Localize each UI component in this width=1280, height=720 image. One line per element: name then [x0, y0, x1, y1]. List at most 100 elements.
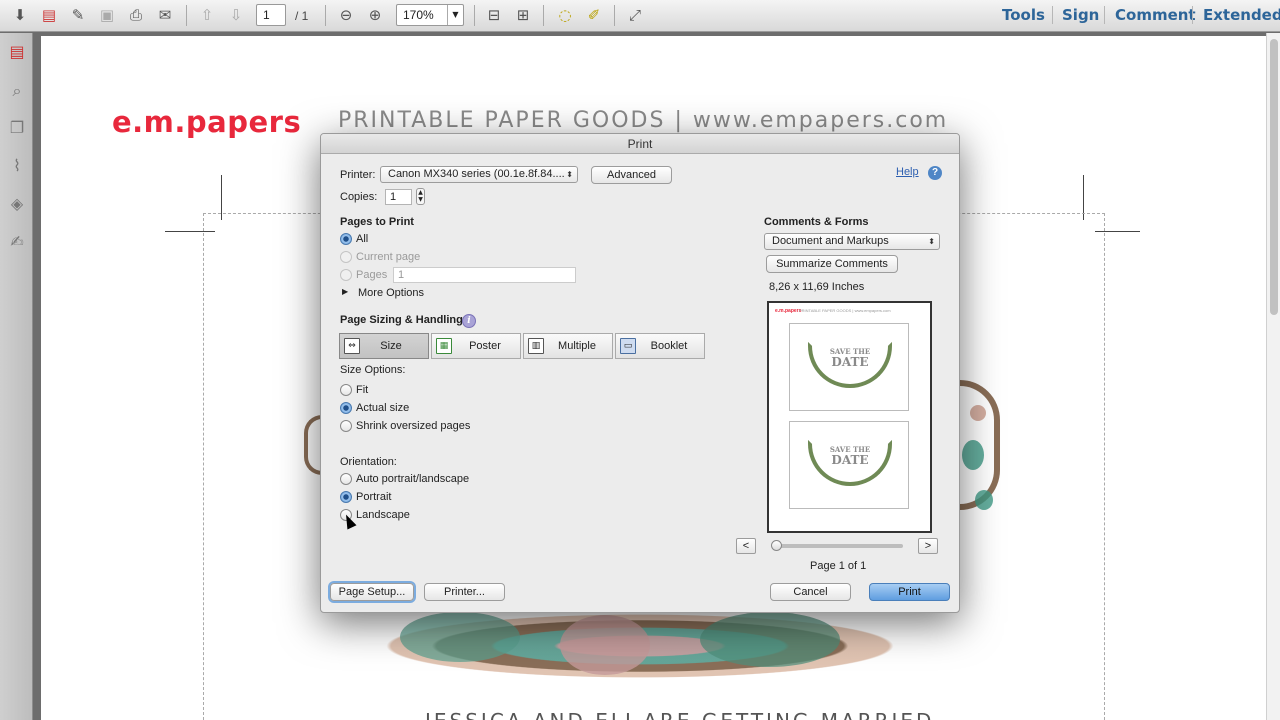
save-icon[interactable]: ▣	[95, 4, 119, 26]
copies-label: Copies:	[340, 191, 378, 203]
zoom-level-value: 170%	[403, 8, 434, 22]
help-link[interactable]: Help	[896, 166, 919, 178]
preview-page-slider[interactable]	[771, 540, 903, 551]
chevron-updown-icon: ⬍	[928, 237, 935, 246]
zoom-in-icon[interactable]: ⊕	[363, 4, 387, 26]
radio-auto-orientation[interactable]	[340, 473, 352, 485]
slider-knob[interactable]	[771, 540, 782, 551]
sign-link[interactable]: Sign	[1062, 6, 1099, 24]
printer-button[interactable]: Printer...	[424, 583, 505, 601]
main-toolbar: ⬇ ▤ ✎ ▣ ⎙ ✉ ⇧ ⇩ 1 / 1 ⊖ ⊕ 170% ▼ ⊟ ⊞ ◌ ✐…	[0, 0, 1280, 32]
radio-current-page-label: Current page	[356, 251, 421, 263]
preview-logo: e.m.papers	[775, 308, 802, 314]
radio-actual-size-label: Actual size	[356, 402, 410, 414]
copies-input[interactable]: 1	[385, 189, 412, 205]
preview-card-title: SAVE THE	[829, 347, 871, 356]
next-page-icon[interactable]: ⇩	[224, 4, 248, 26]
tab-multiple-label: Multiple	[558, 340, 596, 352]
radio-landscape-label: Landscape	[356, 509, 410, 521]
scrollbar-thumb[interactable]	[1270, 39, 1278, 315]
comment-icon[interactable]: ◌	[553, 4, 577, 26]
copies-stepper[interactable]: ▲ ▼	[416, 188, 425, 205]
radio-pages[interactable]	[340, 269, 352, 281]
tab-size[interactable]: ⇔ Size	[339, 333, 429, 359]
pages-icon[interactable]: ❐	[5, 115, 29, 139]
dialog-title: Print	[321, 134, 959, 154]
chevron-updown-icon: ⬍	[566, 170, 573, 179]
more-options-toggle[interactable]: More Options	[358, 287, 424, 299]
radio-all-label: All	[356, 233, 369, 245]
radio-fit[interactable]	[340, 384, 352, 396]
preview-next-button[interactable]: >	[918, 538, 938, 554]
brand-tagline: PRINTABLE PAPER GOODS | www.empapers.com	[338, 108, 949, 133]
radio-fit-label: Fit	[356, 384, 369, 396]
page-sizing-label: Page Sizing & Handling	[340, 314, 463, 326]
tab-booklet[interactable]: ▭ Booklet	[615, 333, 705, 359]
comments-forms-select[interactable]: Document and Markups ⬍	[764, 233, 940, 250]
zoom-out-icon[interactable]: ⊖	[334, 4, 358, 26]
booklet-icon: ▭	[620, 338, 636, 354]
edit-icon[interactable]: ✎	[66, 4, 90, 26]
fit-width-icon[interactable]: ⊞	[511, 4, 535, 26]
advanced-button[interactable]: Advanced	[591, 166, 672, 184]
cancel-button[interactable]: Cancel	[770, 583, 851, 601]
signature-icon[interactable]: ✍	[5, 229, 29, 253]
tab-multiple[interactable]: ▥ Multiple	[523, 333, 613, 359]
radio-portrait[interactable]	[340, 491, 352, 503]
preview-card: SAVE THE DATE	[789, 323, 909, 411]
prev-page-icon[interactable]: ⇧	[195, 4, 219, 26]
vertical-scrollbar[interactable]	[1266, 33, 1280, 720]
search-icon[interactable]: ⌕	[5, 79, 29, 103]
tab-poster-label: Poster	[469, 340, 501, 352]
radio-shrink[interactable]	[340, 420, 352, 432]
layers-icon[interactable]: ◈	[5, 191, 29, 215]
print-icon[interactable]: ⎙	[124, 4, 148, 26]
create-icon[interactable]: ⬇	[8, 4, 32, 26]
comments-forms-label: Comments & Forms	[764, 216, 869, 228]
radio-actual-size[interactable]	[340, 402, 352, 414]
printer-label: Printer:	[340, 169, 376, 181]
comments-forms-value: Document and Markups	[772, 235, 889, 247]
radio-shrink-label: Shrink oversized pages	[356, 420, 471, 432]
tab-poster[interactable]: ▦ Poster	[431, 333, 521, 359]
orientation-label: Orientation:	[340, 456, 397, 468]
paper-size-label: 8,26 x 11,69 Inches	[769, 281, 865, 293]
email-icon[interactable]: ✉	[153, 4, 177, 26]
radio-current-page[interactable]	[340, 251, 352, 263]
attachment-icon[interactable]: ⌇	[5, 153, 29, 177]
pdf-icon[interactable]: ▤	[5, 39, 29, 63]
chevron-down-icon[interactable]: ▼	[447, 5, 463, 25]
fullscreen-icon[interactable]: ⤢	[623, 4, 647, 26]
fit-page-icon[interactable]: ⊟	[482, 4, 506, 26]
convert-icon[interactable]: ▤	[37, 4, 61, 26]
size-options-label: Size Options:	[340, 364, 406, 376]
comment-link[interactable]: Comment	[1115, 6, 1196, 24]
preview-card-title: SAVE THE	[829, 445, 871, 454]
page-total: / 1	[295, 9, 309, 23]
brand-logo: e.m.papers	[112, 105, 302, 139]
page-number-input[interactable]: 1	[256, 4, 286, 26]
invitation-text: JESSICA AND ELI ARE GETTING MARRIED	[425, 710, 934, 720]
preview-page-indicator: Page 1 of 1	[810, 560, 867, 572]
print-button[interactable]: Print	[869, 583, 950, 601]
pages-to-print-label: Pages to Print	[340, 216, 414, 228]
highlight-icon[interactable]: ✐	[582, 4, 606, 26]
tools-link[interactable]: Tools	[1002, 6, 1045, 24]
extended-link[interactable]: Extended	[1203, 6, 1280, 24]
cut-guide	[1104, 213, 1105, 720]
multiple-icon: ▥	[528, 338, 544, 354]
info-icon[interactable]: i	[462, 314, 476, 328]
zoom-level-select[interactable]: 170% ▼	[396, 4, 464, 26]
page-setup-button[interactable]: Page Setup...	[330, 583, 414, 601]
print-dialog: Print Printer: Canon MX340 series (00.1e…	[320, 133, 960, 613]
disclosure-triangle-icon[interactable]: ▶	[342, 287, 348, 296]
pages-range-input[interactable]: 1	[393, 267, 576, 283]
preview-card: SAVE THE DATE	[789, 421, 909, 509]
radio-all[interactable]	[340, 233, 352, 245]
preview-prev-button[interactable]: <	[736, 538, 756, 554]
summarize-comments-button[interactable]: Summarize Comments	[766, 255, 898, 273]
crop-mark	[1095, 231, 1140, 232]
tab-size-label: Size	[380, 340, 402, 352]
help-icon[interactable]: ?	[928, 166, 942, 180]
printer-select[interactable]: Canon MX340 series (00.1e.8f.84.... ⬍	[380, 166, 578, 183]
